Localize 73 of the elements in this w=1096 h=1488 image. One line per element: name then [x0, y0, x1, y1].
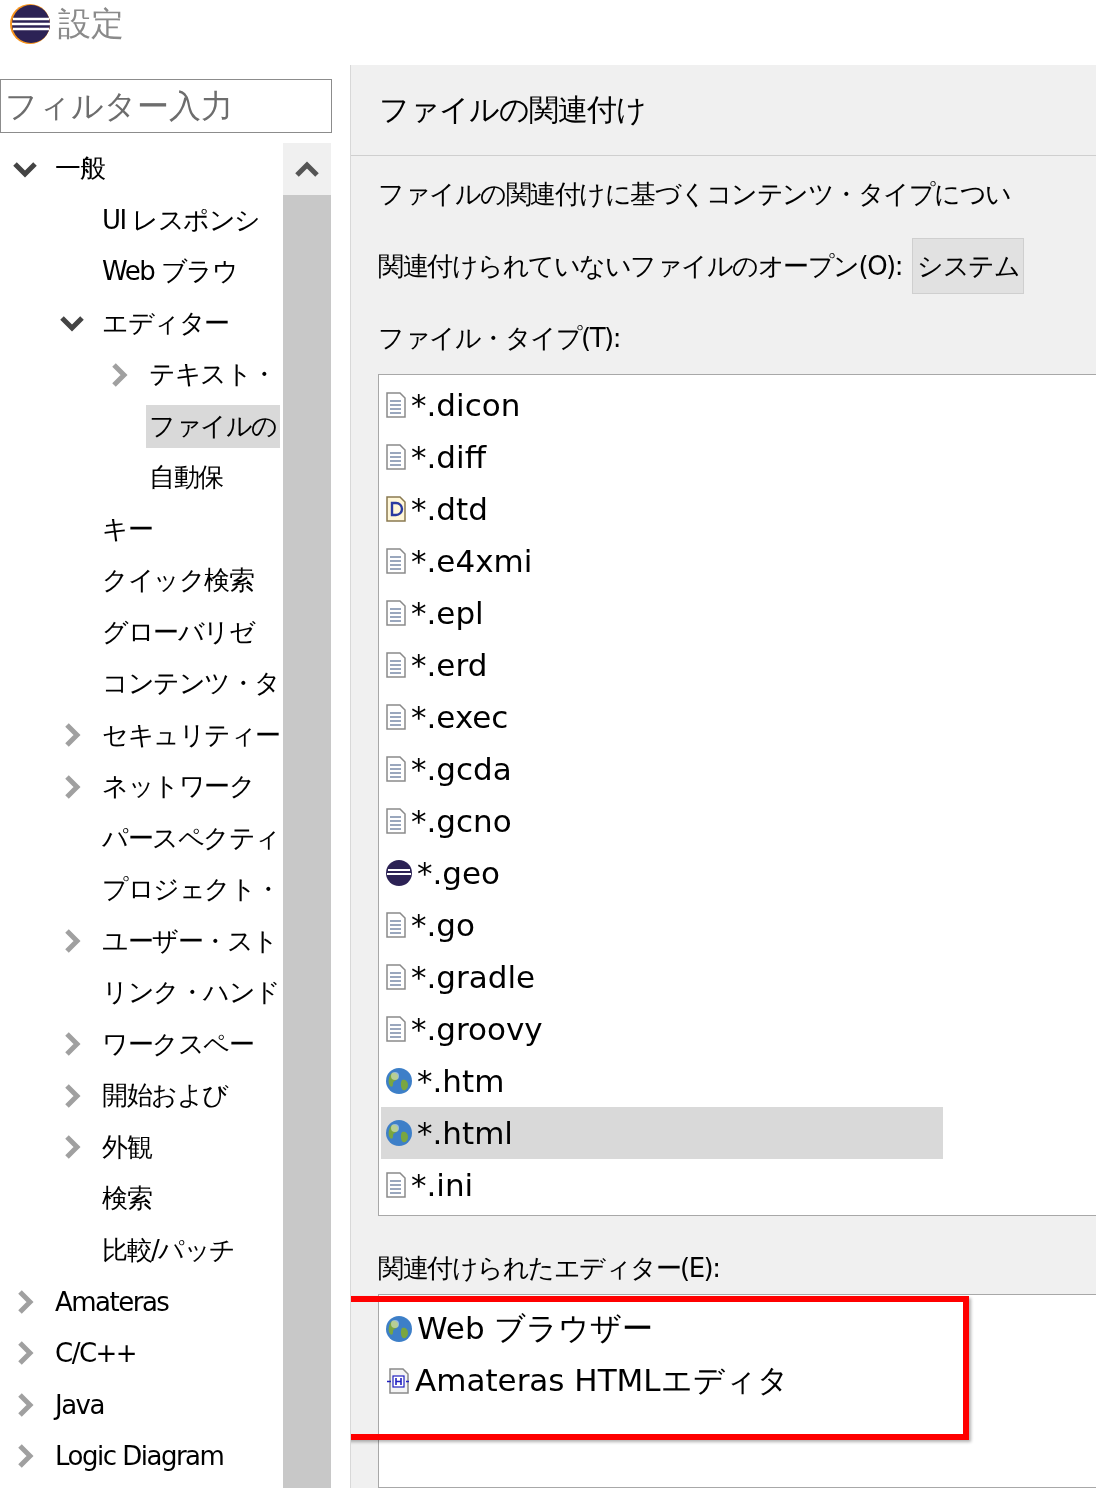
document-icon	[385, 548, 407, 574]
document-icon	[385, 1016, 407, 1042]
document-icon	[385, 704, 407, 730]
tree-item[interactable]: キー	[99, 507, 155, 551]
scrollbar[interactable]	[283, 143, 331, 1488]
section-label: ファイル・タイプ(T):	[378, 322, 621, 355]
document-icon	[385, 1172, 407, 1198]
filter-field[interactable]: フィルター入力	[0, 79, 332, 133]
html-file-icon	[385, 1368, 411, 1394]
globe-icon	[385, 1119, 413, 1147]
tree-item[interactable]: エディター	[99, 301, 232, 345]
tree-item[interactable]: 一般	[52, 147, 107, 191]
editor-item[interactable]: Web ブラウザー	[381, 1303, 943, 1355]
file-type-item[interactable]: *.groovy	[381, 1003, 943, 1055]
tree-item[interactable]: パースペクティ	[99, 816, 283, 860]
document-icon	[385, 808, 407, 834]
file-type-item[interactable]: *.html	[381, 1107, 943, 1159]
file-type-item[interactable]: *.dicon	[381, 379, 943, 431]
tree-item[interactable]: リンク・ハンド	[99, 971, 283, 1015]
tree-item[interactable]: ワークスペー	[99, 1022, 256, 1066]
dtd-file-icon	[385, 496, 407, 522]
app-logo-icon	[8, 2, 52, 46]
document-icon	[385, 912, 407, 938]
document-icon	[385, 444, 407, 470]
page-title: ファイルの関連付け	[379, 90, 646, 129]
tree-item[interactable]: セキュリティー	[99, 713, 283, 757]
tree-item[interactable]: クイック検索	[99, 559, 256, 603]
tree-item[interactable]: 外観	[99, 1125, 154, 1169]
tree-item[interactable]: ファイルの	[146, 404, 280, 448]
tree-item[interactable]: テキスト・	[146, 353, 279, 397]
tree-item[interactable]: 自動保	[146, 456, 226, 500]
tree-item[interactable]: ネットワーク	[99, 765, 257, 809]
tree-item[interactable]: 検索	[99, 1177, 154, 1221]
globe-icon	[385, 1315, 413, 1343]
open-mode-dropdown[interactable]: システム	[912, 238, 1024, 294]
tree-item[interactable]: C/C++	[52, 1334, 140, 1373]
file-type-item[interactable]: *.epl	[381, 587, 943, 639]
file-type-item[interactable]: *.dtd	[381, 483, 943, 535]
tree-item[interactable]: 開始および	[99, 1074, 231, 1118]
document-icon	[385, 756, 407, 782]
file-type-item[interactable]: *.diff	[381, 431, 943, 483]
scroll-up-icon[interactable]	[294, 159, 320, 179]
tree-item[interactable]: Amateras	[52, 1282, 172, 1321]
tree-item[interactable]: グローバリゼ	[99, 610, 257, 654]
document-icon	[385, 392, 407, 418]
tree-item[interactable]: Java	[52, 1385, 107, 1424]
tree-item[interactable]: Web ブラウ	[99, 250, 241, 294]
tree-item[interactable]: コンテンツ・タ	[99, 662, 283, 706]
file-type-item[interactable]: *.go	[381, 899, 943, 951]
tree-item[interactable]: Logic Diagram	[52, 1437, 227, 1476]
file-type-item[interactable]: *.gcda	[381, 743, 943, 795]
file-type-item[interactable]: *.exec	[381, 691, 943, 743]
window-title: 設定	[58, 3, 124, 45]
globe-icon	[385, 1067, 413, 1095]
description-text: ファイルの関連付けに基づくコンテンツ・タイプについ	[378, 178, 1012, 211]
tree-item[interactable]: 比較/パッチ	[99, 1228, 238, 1272]
tree-item[interactable]: プロジェクト・	[99, 868, 283, 912]
file-type-item[interactable]: *.e4xmi	[381, 535, 943, 587]
file-type-item[interactable]: *.geo	[381, 847, 943, 899]
section-label: 関連付けられたエディター(E):	[378, 1252, 721, 1285]
document-icon	[385, 964, 407, 990]
editor-item[interactable]: Amateras HTMLエディタ	[381, 1355, 943, 1407]
tree-item[interactable]: UI レスポンシ	[99, 198, 263, 242]
file-type-item[interactable]: *.ini	[381, 1159, 943, 1211]
file-type-item[interactable]: *.gcno	[381, 795, 943, 847]
file-type-item[interactable]: *.htm	[381, 1055, 943, 1107]
document-icon	[385, 652, 407, 678]
file-type-item[interactable]: *.erd	[381, 639, 943, 691]
document-icon	[385, 600, 407, 626]
eclipse-icon	[385, 859, 413, 887]
field-label: 関連付けられていないファイルのオープン(O):	[378, 250, 902, 283]
file-type-item[interactable]: *.gradle	[381, 951, 943, 1003]
tree-item[interactable]: ユーザー・スト	[99, 919, 281, 963]
